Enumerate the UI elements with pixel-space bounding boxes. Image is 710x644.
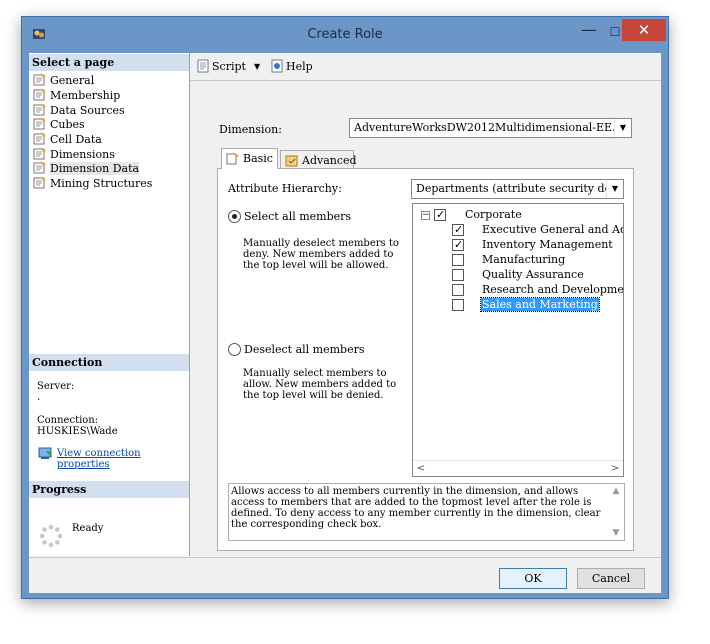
view-connection-properties-link[interactable]: View connection — [57, 448, 141, 459]
tree-checkbox-inventory[interactable] — [452, 238, 464, 251]
tree-item-sales[interactable]: Sales and Marketing — [480, 297, 600, 312]
scroll-right-icon[interactable]: > — [607, 461, 623, 476]
tree-checkbox-corporate[interactable] — [434, 208, 446, 221]
title-bar[interactable]: Create Role — ☐ ✕ — [22, 17, 668, 53]
connection-header: Connection — [29, 354, 189, 371]
toolbar: Script ▼ Help — [190, 53, 661, 80]
tree-checkbox-quality[interactable] — [452, 269, 464, 281]
select-all-members-label[interactable]: Select all members — [244, 210, 351, 223]
dimension-value: AdventureWorksDW2012Multidimensional-EE.… — [354, 121, 632, 134]
select-page-header: Select a page — [29, 54, 189, 71]
scroll-up-icon[interactable]: ▲ — [608, 484, 624, 498]
cancel-button[interactable]: Cancel — [577, 568, 645, 589]
page-item-dimensions[interactable]: Dimensions — [33, 147, 115, 161]
tree-checkbox-research[interactable] — [452, 284, 464, 296]
page-item-membership[interactable]: Membership — [33, 88, 120, 102]
tree-item-quality[interactable]: Quality Assurance — [482, 268, 584, 281]
page-item-label: Membership — [50, 89, 121, 102]
advanced-tab-icon — [285, 155, 298, 167]
connection-label: Connection: — [37, 415, 99, 426]
page-item-cubes[interactable]: Cubes — [33, 117, 85, 131]
basic-tab-icon — [226, 152, 239, 165]
properties-icon — [38, 447, 52, 459]
tree-checkbox-manufacturing[interactable] — [452, 254, 464, 266]
page-icon — [33, 73, 46, 86]
page-icon — [33, 176, 46, 189]
help-button[interactable]: Help — [270, 59, 313, 75]
select-all-description: Manually deselect members to deny. New m… — [243, 238, 399, 271]
deselect-all-members-radio[interactable] — [228, 343, 241, 356]
connection-value: HUSKIES\Wade — [37, 426, 118, 437]
collapse-icon[interactable]: − — [421, 211, 430, 220]
progress-status: Ready — [72, 523, 104, 534]
chevron-down-icon[interactable]: ▼ — [606, 180, 623, 198]
scroll-left-icon[interactable]: < — [413, 461, 429, 476]
help-label: Help — [286, 60, 313, 73]
page-item-label: General — [50, 74, 95, 87]
script-label: Script — [212, 60, 246, 73]
tree-item-research[interactable]: Research and Development — [482, 283, 623, 296]
help-icon — [271, 59, 283, 73]
tree-item-corporate[interactable]: Corporate — [465, 208, 522, 221]
page-item-label: Mining Structures — [50, 177, 153, 190]
select-all-members-radio[interactable] — [228, 210, 241, 223]
attribute-hierarchy-value: Departments (attribute security def — [416, 182, 616, 195]
script-icon — [197, 59, 209, 73]
page-icon — [33, 147, 46, 160]
page-item-dimension-data[interactable]: Dimension Data — [33, 161, 140, 175]
tree-item-executive[interactable]: Executive General and Administration — [482, 223, 623, 236]
dimension-label: Dimension: — [219, 123, 282, 136]
members-tree[interactable]: − Corporate Executive General and Admini… — [412, 203, 624, 477]
server-value: . — [37, 392, 41, 403]
dimension-select[interactable]: AdventureWorksDW2012Multidimensional-EE.… — [349, 118, 632, 138]
tree-checkbox-executive[interactable] — [452, 223, 464, 236]
page-icon — [33, 161, 46, 174]
page-item-mining-structures[interactable]: Mining Structures — [33, 176, 152, 190]
left-pane: Select a page General Membership Data So… — [29, 53, 190, 556]
tree-item-manufacturing[interactable]: Manufacturing — [482, 253, 565, 266]
page-item-label: Dimensions — [50, 148, 115, 161]
close-button[interactable]: ✕ — [622, 19, 666, 41]
page-item-label: Data Sources — [50, 104, 125, 117]
page-icon — [33, 103, 46, 116]
info-textbox[interactable]: Allows access to all members currently i… — [228, 483, 625, 541]
progress-header: Progress — [29, 481, 189, 498]
create-role-window: Create Role — ☐ ✕ Select a page General … — [21, 16, 669, 599]
page-icon — [33, 132, 46, 145]
progress-spinner-icon — [39, 524, 63, 548]
dialog-client-area: Select a page General Membership Data So… — [29, 53, 661, 593]
toolbar-separator — [190, 80, 661, 81]
page-item-cell-data[interactable]: Cell Data — [33, 132, 102, 146]
ok-button[interactable]: OK — [499, 568, 567, 589]
page-item-label: Cell Data — [50, 133, 102, 146]
tab-advanced[interactable]: Advanced — [280, 150, 357, 169]
minimize-button[interactable]: — — [576, 22, 602, 43]
tree-item-inventory[interactable]: Inventory Management — [482, 238, 613, 251]
dialog-footer: OK Cancel — [29, 557, 661, 593]
window-title: Create Role — [307, 27, 383, 42]
tree-horizontal-scrollbar[interactable]: < > — [413, 460, 623, 476]
tab-basic[interactable]: Basic — [221, 148, 278, 169]
script-button[interactable]: Script — [196, 59, 246, 75]
view-connection-properties-link-2[interactable]: properties — [57, 459, 110, 470]
tab-basic-label: Basic — [243, 152, 273, 165]
script-dropdown-arrow[interactable]: ▼ — [254, 59, 260, 75]
deselect-all-description: Manually select members to allow. New me… — [243, 368, 397, 401]
server-label: Server: — [37, 381, 75, 392]
tab-advanced-label: Advanced — [302, 154, 357, 167]
page-icon — [33, 88, 46, 101]
page-item-label: Cubes — [50, 118, 85, 131]
info-vertical-scrollbar[interactable]: ▲ ▼ — [608, 484, 624, 540]
page-item-data-sources[interactable]: Data Sources — [33, 103, 125, 117]
info-text: Allows access to all members currently i… — [231, 486, 601, 530]
page-item-label: Dimension Data — [50, 162, 140, 175]
attribute-hierarchy-label: Attribute Hierarchy: — [228, 182, 342, 195]
attribute-hierarchy-select[interactable]: Departments (attribute security def ▼ — [411, 179, 624, 199]
tree-checkbox-sales[interactable] — [452, 299, 464, 311]
page-item-general[interactable]: General — [33, 73, 94, 87]
page-icon — [33, 117, 46, 130]
chevron-down-icon[interactable]: ▼ — [614, 119, 631, 137]
deselect-all-members-label[interactable]: Deselect all members — [244, 343, 365, 356]
scroll-down-icon[interactable]: ▼ — [608, 526, 624, 540]
